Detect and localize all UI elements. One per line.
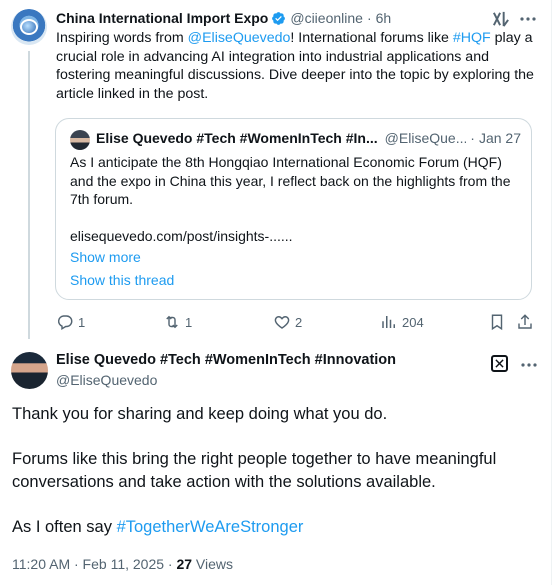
more-icon[interactable] xyxy=(519,10,537,28)
quote-header: Elise Quevedo #Tech #WomenInTech #In... … xyxy=(96,129,521,147)
show-more-link[interactable]: Show more xyxy=(70,249,141,265)
views-button[interactable]: 204 xyxy=(380,313,424,331)
post-timestamp[interactable]: 11:20 AM · Feb 11, 2025 · xyxy=(12,556,176,572)
separator-dot: · xyxy=(470,130,475,146)
parent-post-text: Inspiring words from @EliseQuevedo! Inte… xyxy=(56,29,541,103)
repost-button[interactable]: 1 xyxy=(163,313,192,331)
main-author-name[interactable]: Elise Quevedo #Tech #WomenInTech #Innova… xyxy=(56,352,396,368)
quote-post-time[interactable]: Jan 27 xyxy=(479,130,521,146)
main-author-handle[interactable]: @EliseQuevedo xyxy=(56,372,157,388)
post-thread: China International Import Expo @ciieonl… xyxy=(0,0,552,585)
show-thread-link[interactable]: Show this thread xyxy=(70,272,174,288)
quote-card[interactable]: Elise Quevedo #Tech #WomenInTech #In... … xyxy=(55,118,532,300)
hashtag-link[interactable]: #HQF xyxy=(453,30,491,46)
views-icon xyxy=(382,316,395,328)
post-meta: 11:20 AM · Feb 11, 2025 · 27 Views xyxy=(12,556,233,572)
quote-author-avatar[interactable] xyxy=(70,130,90,150)
quote-post-text: As I anticipate the 8th Hongqiao Interna… xyxy=(70,154,511,244)
share-icon xyxy=(518,314,532,329)
action-bar: 1 1 2 204 xyxy=(56,313,542,333)
main-author-avatar[interactable] xyxy=(11,352,48,389)
parent-author-name[interactable]: China International Import Expo xyxy=(56,10,268,26)
views-count: 204 xyxy=(402,314,424,330)
post-paragraph: As I often say #TogetherWeAreStronger xyxy=(12,516,512,539)
bookmark-icon xyxy=(491,314,503,331)
like-count: 2 xyxy=(295,314,303,330)
grok-icon[interactable] xyxy=(491,355,508,372)
more-icon[interactable] xyxy=(520,356,538,374)
view-count: 27 xyxy=(176,556,193,572)
reply-icon xyxy=(58,315,73,331)
views-label: Views xyxy=(192,556,234,572)
separator-dot: · xyxy=(366,10,372,26)
text-segment: Inspiring words from xyxy=(56,30,188,46)
like-icon xyxy=(274,316,290,329)
quote-author-name[interactable]: Elise Quevedo #Tech #WomenInTech #In... xyxy=(96,130,377,146)
share-button[interactable] xyxy=(516,313,538,331)
hashtag-link[interactable]: #TogetherWeAreStronger xyxy=(117,518,304,536)
mention-link[interactable]: @EliseQuevedo xyxy=(188,30,291,46)
parent-author-handle[interactable]: @ciieonline xyxy=(290,10,363,26)
post-paragraph: Forums like this bring the right people … xyxy=(12,450,497,491)
grok-icon[interactable] xyxy=(492,11,510,27)
reply-count: 1 xyxy=(78,314,86,330)
ciie-avatar[interactable] xyxy=(11,9,47,45)
verified-badge-icon xyxy=(272,11,286,25)
parent-post-header: China International Import Expo @ciieonl… xyxy=(56,9,539,27)
like-button[interactable]: 2 xyxy=(273,313,302,331)
post-paragraph: Thank you for sharing and keep doing wha… xyxy=(12,405,388,423)
text-segment: ! International forums like xyxy=(290,30,453,46)
parent-post-time[interactable]: 6h xyxy=(376,10,392,26)
bookmark-button[interactable] xyxy=(488,313,510,331)
quote-author-handle[interactable]: @EliseQue... xyxy=(385,130,467,146)
repost-icon xyxy=(166,315,178,329)
thread-connector xyxy=(28,51,30,339)
text-segment: As I often say xyxy=(12,518,117,536)
reply-button[interactable]: 1 xyxy=(56,313,85,331)
repost-count: 1 xyxy=(185,314,193,330)
